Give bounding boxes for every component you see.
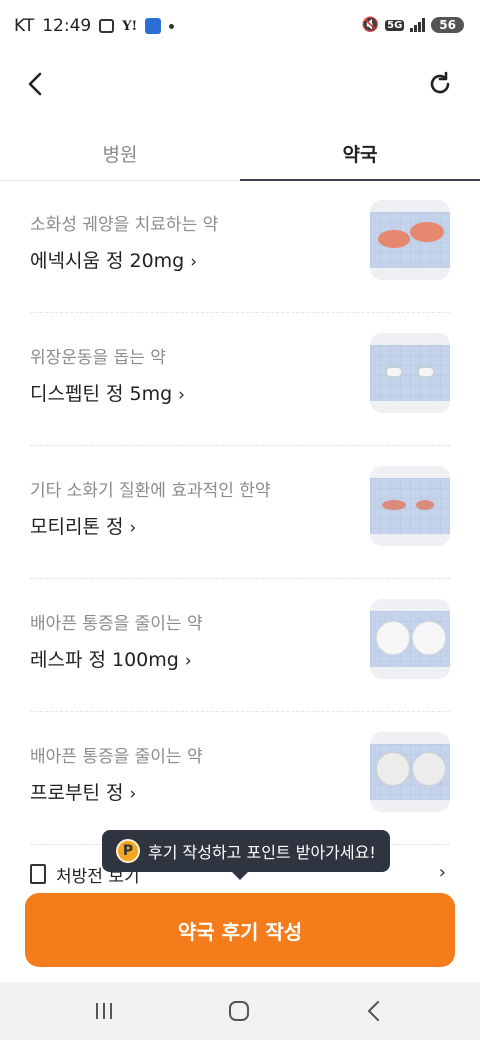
- medicine-name-link[interactable]: 레스파 정 100mg ›: [30, 645, 192, 672]
- tab-hospital[interactable]: 병원: [0, 126, 240, 180]
- screenshot-icon: [99, 19, 115, 33]
- medicine-name: 레스파 정 100mg: [30, 649, 179, 671]
- notification-dot-icon: [169, 23, 175, 29]
- write-review-button[interactable]: 약국 후기 작성: [25, 893, 455, 967]
- signal-icon: [410, 18, 426, 32]
- tab-bar: 병원 약국: [0, 126, 480, 181]
- recent-apps-button[interactable]: [84, 996, 124, 1026]
- document-icon: [30, 864, 46, 884]
- pill-shape: [418, 367, 434, 377]
- points-tooltip: P 후기 작성하고 포인트 받아가세요!: [102, 830, 390, 880]
- tab-pharmacy[interactable]: 약국: [240, 126, 480, 180]
- tooltip-text: 후기 작성하고 포인트 받아가세요!: [148, 843, 376, 862]
- pill-image[interactable]: [370, 599, 450, 679]
- back-button[interactable]: [22, 66, 54, 102]
- pill-shape: [378, 230, 410, 248]
- medicine-item: 배아픈 통증을 줄이는 약 프로부틴 정 ›: [30, 712, 450, 845]
- news-app-icon: [145, 18, 162, 34]
- medicine-name-link[interactable]: 에넥시움 정 20mg ›: [30, 246, 197, 273]
- back-icon: [368, 1001, 379, 1021]
- chevron-left-icon: [28, 72, 42, 96]
- pill-shape: [376, 621, 410, 655]
- home-icon: [229, 1001, 249, 1021]
- nav-back-button[interactable]: [354, 996, 394, 1026]
- medicine-item: 소화성 궤양을 치료하는 약 에넥시움 정 20mg ›: [30, 180, 450, 313]
- home-button[interactable]: [219, 996, 259, 1026]
- pill-image[interactable]: [370, 333, 450, 413]
- pill-shape: [382, 500, 406, 510]
- clock: 12:49: [42, 16, 92, 36]
- medicine-description: 배아픈 통증을 줄이는 약: [30, 747, 203, 767]
- chevron-right-icon: ›: [190, 252, 198, 272]
- medicine-name: 프로부틴 정: [30, 782, 124, 804]
- medicine-list: 소화성 궤양을 치료하는 약 에넥시움 정 20mg › 위장운동을 돕는 약 디…: [30, 180, 450, 845]
- chevron-right-icon: ›: [184, 651, 192, 671]
- medicine-item: 기타 소화기 질환에 효과적인 한약 모티리톤 정 ›: [30, 446, 450, 579]
- pill-shape: [416, 500, 434, 510]
- chevron-right-icon: ›: [129, 784, 137, 804]
- medicine-name-link[interactable]: 디스펩틴 정 5mg ›: [30, 379, 185, 406]
- refresh-button[interactable]: [424, 68, 456, 100]
- medicine-name: 모티리톤 정: [30, 516, 124, 538]
- pill-image[interactable]: [370, 200, 450, 280]
- network-badge: 5G: [385, 19, 405, 31]
- pill-image[interactable]: [370, 732, 450, 812]
- recent-apps-icon: [96, 1003, 112, 1019]
- medicine-item: 배아픈 통증을 줄이는 약 레스파 정 100mg ›: [30, 579, 450, 712]
- blister-pack: [370, 345, 450, 401]
- medicine-description: 위장운동을 돕는 약: [30, 348, 166, 368]
- pill-shape: [410, 222, 444, 242]
- mute-icon: 🔇: [361, 17, 380, 33]
- system-nav-bar: [0, 982, 480, 1040]
- chevron-right-icon: ›: [178, 385, 185, 405]
- pill-shape: [386, 367, 402, 377]
- pill-image[interactable]: [370, 466, 450, 546]
- app-bar: [0, 56, 480, 112]
- point-badge-icon: P: [116, 839, 140, 863]
- pill-shape: [376, 752, 410, 786]
- carrier-label: KT: [14, 16, 35, 36]
- medicine-name-link[interactable]: 모티리톤 정 ›: [30, 512, 136, 539]
- status-bar: KT 12:49 Y! 🔇 5G 56: [0, 0, 480, 56]
- medicine-description: 기타 소화기 질환에 효과적인 한약: [30, 481, 271, 501]
- medicine-description: 소화성 궤양을 치료하는 약: [30, 215, 219, 235]
- chevron-right-icon: ›: [129, 518, 137, 538]
- medicine-name: 에넥시움 정 20mg: [30, 250, 185, 272]
- chevron-right-icon: ›: [438, 862, 446, 883]
- yahoo-icon: Y!: [122, 18, 138, 34]
- pill-shape: [412, 752, 446, 786]
- pill-shape: [412, 621, 446, 655]
- medicine-description: 배아픈 통증을 줄이는 약: [30, 614, 203, 634]
- medicine-name-link[interactable]: 프로부틴 정 ›: [30, 778, 136, 805]
- medicine-item: 위장운동을 돕는 약 디스펩틴 정 5mg ›: [30, 313, 450, 446]
- medicine-name: 디스펩틴 정 5mg: [30, 383, 173, 405]
- refresh-icon: [430, 71, 450, 94]
- battery-indicator: 56: [431, 17, 464, 33]
